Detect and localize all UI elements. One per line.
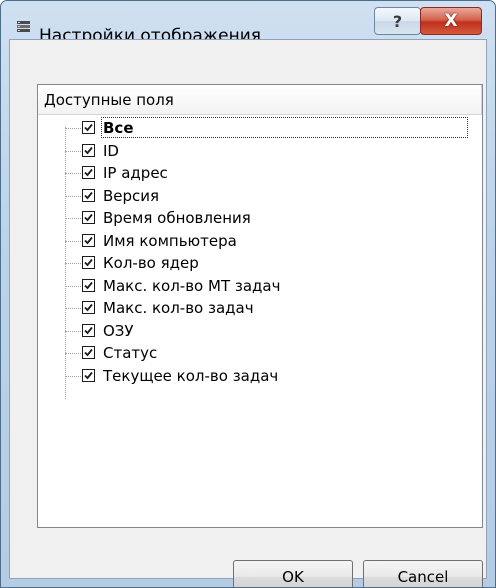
checkbox[interactable]	[82, 256, 95, 269]
tree-connector-branch	[65, 330, 81, 332]
tree-item-label: Версия	[103, 186, 160, 205]
checkmark-icon	[84, 326, 93, 334]
checkmark-icon	[84, 371, 93, 379]
tree-item-label: Макс. кол-во МТ задач	[103, 276, 281, 295]
tree-connector-branch	[65, 173, 81, 174]
tree-item-label: Время обновления	[103, 209, 251, 227]
checkmark-icon	[84, 348, 93, 357]
tree-connector-branch	[65, 285, 81, 287]
checkmark-icon	[84, 303, 93, 312]
checkbox[interactable]	[82, 211, 95, 224]
app-icon	[17, 21, 30, 32]
tree-item[interactable]: Версия	[38, 185, 482, 207]
checkmark-icon	[84, 236, 93, 244]
checkbox[interactable]	[82, 166, 95, 179]
tree-item[interactable]: Статус	[38, 342, 482, 364]
checkbox[interactable]	[82, 188, 95, 202]
tree-item[interactable]: Имя компьютера	[38, 230, 482, 252]
tree-item-label: ID	[103, 141, 119, 160]
available-fields-tree[interactable]: Доступные поля Все ID IP адрес Версия Время …	[37, 84, 483, 528]
tree-item-label: Текущее кол-во задач	[103, 366, 279, 385]
checkmark-icon	[84, 258, 93, 267]
tree-item[interactable]: ОЗУ	[38, 320, 482, 342]
checkmark-icon	[84, 191, 93, 199]
tree-item[interactable]: Макс. кол-во задач	[38, 297, 482, 319]
tree-connector-branch	[65, 263, 81, 264]
checkbox[interactable]	[82, 233, 95, 247]
checkmark-icon	[84, 213, 93, 222]
tree-item-label: Макс. кол-во задач	[103, 299, 254, 317]
tree-body: Все ID IP адрес Версия Время обновления Имя к…	[38, 85, 482, 527]
dialog-client-area: Доступные поля Все ID IP адрес Версия Время …	[9, 39, 487, 587]
tree-item[interactable]: Кол-во ядер	[38, 252, 482, 274]
checkbox[interactable]	[82, 143, 95, 157]
checkmark-icon	[84, 123, 93, 132]
tree-item[interactable]: Все	[38, 117, 482, 139]
tree-item[interactable]: ID	[38, 140, 482, 162]
title-bar[interactable]: Настройки отображения ? X	[1, 1, 495, 46]
tree-item[interactable]: Время обновления	[38, 207, 482, 229]
checkbox[interactable]	[82, 301, 95, 314]
checkmark-icon	[84, 146, 93, 154]
tree-item-label: Имя компьютера	[103, 231, 237, 250]
tree-connector-branch	[65, 353, 81, 354]
tree-item-label: Все	[103, 119, 134, 137]
tree-connector-branch	[65, 240, 81, 242]
tree-item[interactable]: Макс. кол-во МТ задач	[38, 275, 482, 297]
tree-item[interactable]: Текущее кол-во задач	[38, 365, 482, 387]
checkbox[interactable]	[82, 346, 95, 359]
tree-item[interactable]: IP адрес	[38, 162, 482, 184]
help-icon: ?	[392, 11, 403, 31]
checkbox[interactable]	[82, 121, 95, 134]
checkbox[interactable]	[82, 278, 95, 292]
checkmark-icon	[84, 168, 93, 177]
close-icon: X	[444, 11, 458, 31]
tree-connector-branch	[65, 128, 81, 129]
settings-dialog: Настройки отображения ? X Доступные поля…	[0, 0, 496, 588]
ok-button[interactable]: OK	[233, 560, 353, 587]
tree-connector-branch	[65, 375, 81, 377]
close-button[interactable]: X	[420, 7, 482, 35]
checkbox[interactable]	[82, 368, 95, 382]
tree-item-label: IP адрес	[103, 164, 168, 182]
tree-connector-branch	[65, 218, 81, 219]
focus-rectangle	[101, 117, 468, 138]
tree-connector-branch	[65, 308, 81, 309]
tree-connector-branch	[65, 150, 81, 152]
cancel-button[interactable]: Cancel	[363, 560, 483, 587]
checkmark-icon	[84, 281, 93, 289]
tree-connector-branch	[65, 195, 81, 197]
tree-item-label: ОЗУ	[103, 321, 134, 340]
tree-item-label: Кол-во ядер	[103, 254, 199, 272]
tree-item-label: Статус	[103, 344, 158, 362]
checkbox[interactable]	[82, 323, 95, 337]
help-button[interactable]: ?	[374, 7, 421, 35]
